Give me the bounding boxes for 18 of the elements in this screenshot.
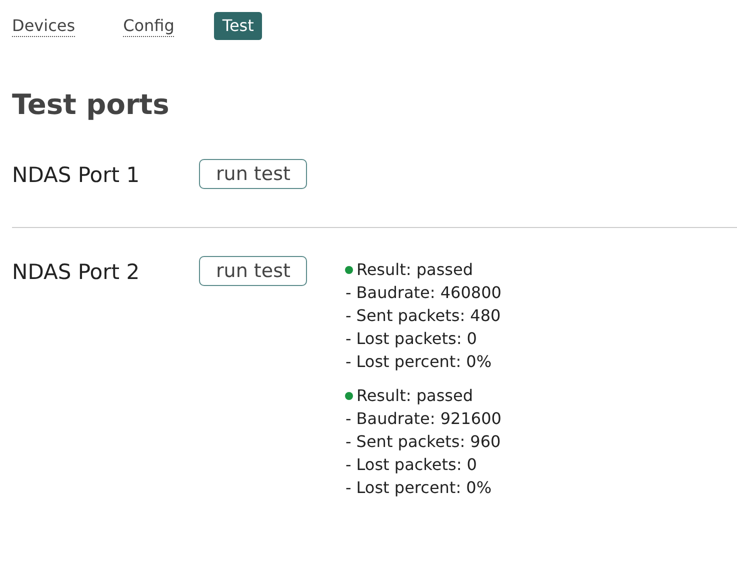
result-text: Result: passed [356, 385, 473, 407]
nav-tab[interactable]: Devices [12, 16, 76, 36]
port-name: NDAS Port 1 [12, 162, 141, 189]
result-detail: - Lost packets: 0 [345, 328, 478, 350]
run-test-button[interactable]: run test [199, 256, 308, 286]
port-name: NDAS Port 2 [12, 259, 141, 286]
result-detail: - Lost percent: 0% [345, 351, 493, 373]
result-detail: - Baudrate: 921600 [345, 408, 502, 430]
result-text: Result: passed [356, 259, 473, 281]
nav-tab[interactable]: Test [214, 12, 262, 40]
page-heading: Test ports [12, 88, 170, 121]
result-detail: - Baudrate: 460800 [345, 282, 502, 304]
result-detail: - Lost packets: 0 [345, 454, 478, 476]
run-test-button[interactable]: run test [199, 159, 308, 189]
result-detail: - Lost percent: 0% [345, 477, 493, 499]
nav-tab[interactable]: Config [123, 16, 174, 36]
result-detail: - Sent packets: 960 [345, 431, 502, 453]
result-detail: - Sent packets: 480 [345, 305, 502, 327]
